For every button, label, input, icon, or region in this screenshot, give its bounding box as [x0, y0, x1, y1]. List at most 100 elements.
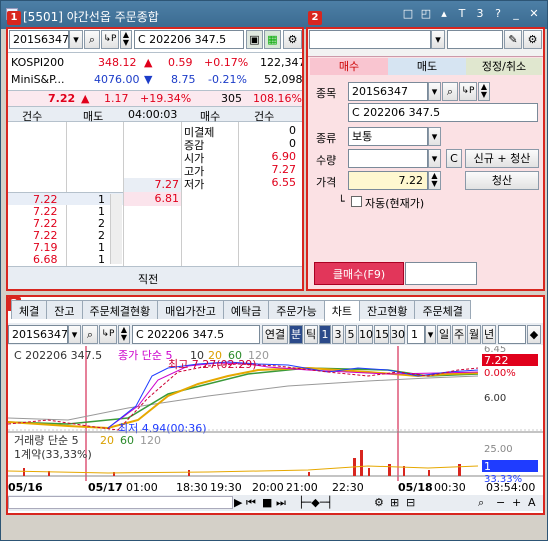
- period-3[interactable]: 3: [332, 325, 344, 344]
- code-stepper[interactable]: ▲ ▼: [120, 30, 132, 49]
- price-chart[interactable]: C 202206 347.5 종가 단순 5 10 20 60 120 최고 7…: [8, 346, 543, 494]
- c-button[interactable]: C: [446, 149, 462, 168]
- tick-price: 6.68: [33, 253, 58, 266]
- tab-buy[interactable]: 매수: [310, 58, 388, 75]
- stock-picker-icon[interactable]: ↳P: [101, 30, 119, 49]
- book-footer: 직전: [138, 273, 159, 286]
- stop-icon[interactable]: ■: [262, 496, 272, 509]
- tab-sell[interactable]: 매도: [388, 58, 466, 75]
- bid-price[interactable]: 6.81: [155, 192, 180, 205]
- edit-icon[interactable]: ✎: [504, 30, 522, 49]
- chart-code-dropdown[interactable]: ▾: [68, 325, 81, 344]
- pin-icon[interactable]: ▴: [437, 7, 451, 21]
- chart-search-icon[interactable]: ⌕: [82, 325, 98, 344]
- scroll-right-icon[interactable]: ▶: [234, 496, 242, 509]
- quote-code-input[interactable]: 201S6347: [9, 30, 69, 49]
- unit-day[interactable]: 일: [437, 325, 451, 344]
- text-size-icon[interactable]: A: [528, 496, 536, 509]
- period-30[interactable]: 30: [390, 325, 405, 344]
- close-position-button[interactable]: 청산: [465, 171, 539, 190]
- chart-extra-input[interactable]: [498, 325, 526, 344]
- close-icon[interactable]: ✕: [527, 7, 541, 21]
- tick-scrollbar[interactable]: [110, 194, 122, 264]
- tab-modify[interactable]: 정정/취소: [466, 58, 542, 75]
- quantity-input[interactable]: [348, 149, 428, 168]
- number-icon[interactable]: 3: [473, 7, 487, 21]
- chart-code-stepper[interactable]: ▲ ▼: [118, 325, 130, 344]
- order-picker-icon[interactable]: ↳P: [459, 82, 477, 101]
- new-close-button[interactable]: 신규 + 청산: [465, 149, 539, 168]
- price-input[interactable]: 7.22: [348, 171, 428, 190]
- search-icon[interactable]: ⌕: [84, 30, 100, 49]
- tab-fill[interactable]: 체결: [11, 300, 48, 319]
- label-type: 종류: [316, 132, 337, 145]
- chart-menu-icon[interactable]: ◆: [527, 325, 541, 344]
- tab-deposit[interactable]: 예탁금: [222, 300, 270, 319]
- tab-chart[interactable]: 차트: [323, 300, 360, 321]
- tab-orderable[interactable]: 주문가능: [268, 300, 325, 319]
- tab-balance-status[interactable]: 잔고현황: [358, 300, 416, 319]
- period-15[interactable]: 15: [374, 325, 389, 344]
- tab-order-fill[interactable]: 주문체결: [414, 300, 471, 319]
- unit-month[interactable]: 월: [467, 325, 481, 344]
- market-price: 348.12: [98, 56, 137, 69]
- account-dropdown[interactable]: ▾: [431, 30, 445, 49]
- settings-icon[interactable]: ⚙: [523, 30, 542, 49]
- panel-2-badge: 2: [308, 11, 322, 25]
- x-label: 21:00: [286, 481, 318, 494]
- tab-balance[interactable]: 잔고: [46, 300, 83, 319]
- order-kind-dropdown[interactable]: ▾: [428, 127, 441, 146]
- code-dropdown-button[interactable]: ▾: [69, 30, 83, 49]
- chart-picker-icon[interactable]: ↳P: [99, 325, 117, 344]
- order-code-stepper[interactable]: ▲ ▼: [478, 82, 490, 101]
- period-link[interactable]: 연결: [262, 325, 288, 344]
- bottom-tabs: 체결 잔고 주문체결현황 매입가잔고 예탁금 주문가능 차트 잔고현황 주문체결: [11, 300, 471, 321]
- price-stepper[interactable]: ▲ ▼: [428, 171, 441, 190]
- next-icon[interactable]: ⏭: [276, 496, 286, 510]
- tab-order-fill-status[interactable]: 주문체결현황: [81, 300, 159, 319]
- first-icon[interactable]: ⏮: [246, 496, 256, 510]
- minimize-icon[interactable]: _: [509, 7, 523, 21]
- account-input[interactable]: [309, 30, 431, 49]
- unit-week[interactable]: 주: [452, 325, 466, 344]
- order-search-icon[interactable]: ⌕: [442, 82, 458, 101]
- password-input[interactable]: [447, 30, 503, 49]
- chart-code-input[interactable]: 201S6347: [8, 325, 68, 344]
- help-icon[interactable]: ?: [491, 7, 505, 21]
- tool-icon[interactable]: ⊟: [406, 496, 415, 509]
- zoom-in-icon[interactable]: ⌕: [478, 496, 484, 510]
- chart-toggle-icon[interactable]: ▣: [246, 30, 263, 49]
- buy-submit-button[interactable]: 클매수(F9): [314, 262, 404, 285]
- period-5[interactable]: 5: [345, 325, 357, 344]
- period-minute[interactable]: 분: [289, 325, 303, 344]
- market-pct: +0.17%: [204, 56, 249, 69]
- market-name: MiniS&P...: [11, 73, 65, 86]
- unit-year[interactable]: 년: [482, 325, 496, 344]
- window-option-icon[interactable]: □: [401, 7, 415, 21]
- market-name: KOSPI200: [11, 56, 65, 69]
- window-tile-icon[interactable]: ◰: [419, 7, 433, 21]
- period-select[interactable]: 1: [407, 325, 425, 344]
- text-icon[interactable]: T: [455, 7, 469, 21]
- tool-icon[interactable]: ⚙: [374, 496, 384, 509]
- minus-icon[interactable]: −: [496, 496, 505, 509]
- order-code-input[interactable]: 201S6347: [348, 82, 428, 101]
- chart-scrollbar[interactable]: [8, 496, 233, 509]
- zoom-slider[interactable]: ├─◆─┤: [298, 496, 333, 509]
- layout-toggle-icon[interactable]: ▦: [264, 30, 281, 49]
- ask-price[interactable]: 7.27: [155, 178, 180, 191]
- quantity-dropdown[interactable]: ▾: [428, 149, 441, 168]
- period-dropdown[interactable]: ▾: [425, 325, 436, 344]
- order-kind-select[interactable]: 보통: [348, 127, 428, 146]
- order-code-dropdown[interactable]: ▾: [428, 82, 441, 101]
- auto-price-checkbox[interactable]: [351, 196, 362, 207]
- submit-qty-input[interactable]: [405, 262, 477, 285]
- info-value: 0: [289, 137, 296, 150]
- plus-icon[interactable]: +: [512, 496, 521, 509]
- layout-icon[interactable]: ⊞: [390, 496, 399, 509]
- period-10[interactable]: 10: [358, 325, 373, 344]
- period-tick[interactable]: 틱: [304, 325, 318, 344]
- settings-icon[interactable]: ⚙: [283, 30, 302, 49]
- period-1[interactable]: 1: [319, 325, 331, 344]
- tab-avg-price-balance[interactable]: 매입가잔고: [157, 300, 224, 319]
